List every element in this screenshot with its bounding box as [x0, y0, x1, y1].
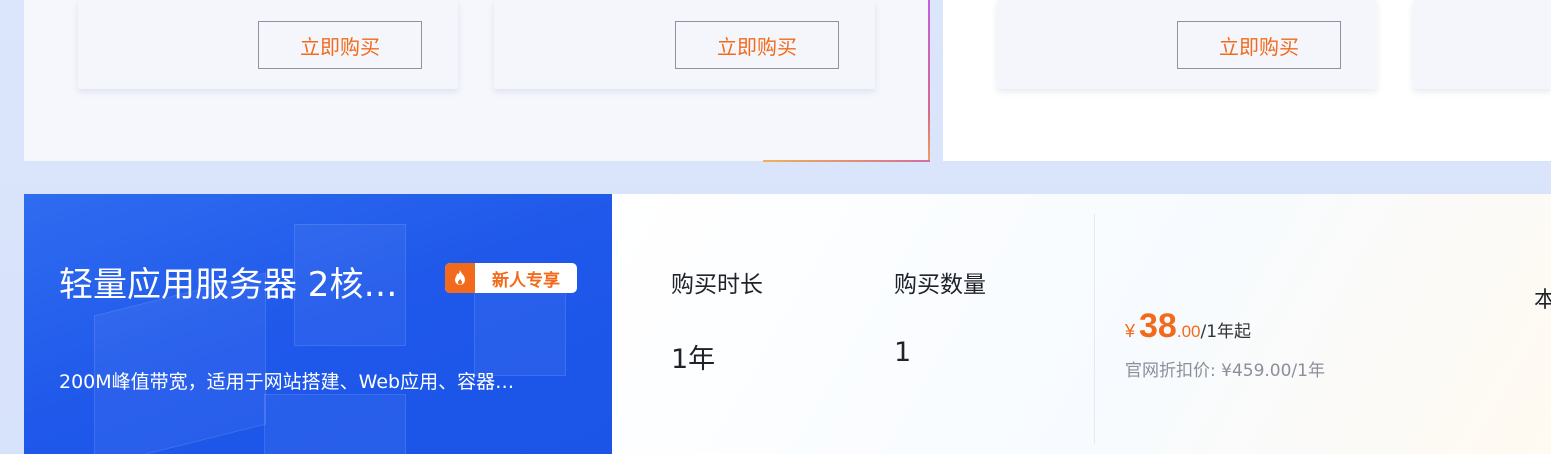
active-border-accent	[928, 0, 930, 162]
server-illustration	[264, 394, 406, 454]
currency-symbol: ¥	[1125, 321, 1136, 341]
badge-label: 新人专享	[492, 270, 560, 291]
product-card: 立即购买	[494, 0, 875, 89]
product-banner[interactable]: 轻量应用服务器 2核… 新人专享 200M峰值带宽，适用于网站搭建、Web应用、…	[24, 194, 612, 454]
quantity-label: 购买数量	[894, 272, 986, 298]
purchase-detail-panel: 购买时长 1年 购买数量 1 ¥ 38 .00 /1年起 官网折扣价: ¥459…	[612, 194, 1551, 454]
product-title[interactable]: 轻量应用服务器 2核…	[59, 257, 397, 306]
price-decimal: .00	[1176, 322, 1201, 341]
product-card	[1413, 0, 1551, 89]
active-border-accent	[763, 160, 930, 162]
new-user-badge: 新人专享	[445, 263, 577, 293]
duration-select[interactable]: 1年	[671, 337, 715, 376]
buy-now-button[interactable]: 立即购买	[675, 21, 839, 69]
price-unit: /1年起	[1200, 322, 1252, 342]
buy-now-button[interactable]: 立即购买	[1177, 21, 1341, 69]
original-price: 官网折扣价: ¥459.00/1年	[1125, 361, 1325, 381]
divider	[1094, 214, 1095, 444]
product-card: 立即购买	[997, 0, 1377, 89]
price-integer: 38	[1139, 307, 1177, 345]
promo-panel-right: 立即购买	[943, 0, 1551, 161]
product-card: 立即购买	[78, 0, 458, 89]
promo-panel-left: 立即购买 立即购买	[24, 0, 930, 162]
price: ¥ 38 .00 /1年起	[1125, 307, 1251, 346]
duration-label: 购买时长	[671, 272, 763, 298]
truncated-label: 本	[1534, 288, 1551, 313]
quantity-stepper[interactable]: 1	[894, 337, 911, 368]
buy-now-button[interactable]: 立即购买	[258, 21, 422, 69]
product-description: 200M峰值带宽，适用于网站搭建、Web应用、容器…	[59, 371, 515, 393]
flame-icon	[445, 263, 475, 293]
